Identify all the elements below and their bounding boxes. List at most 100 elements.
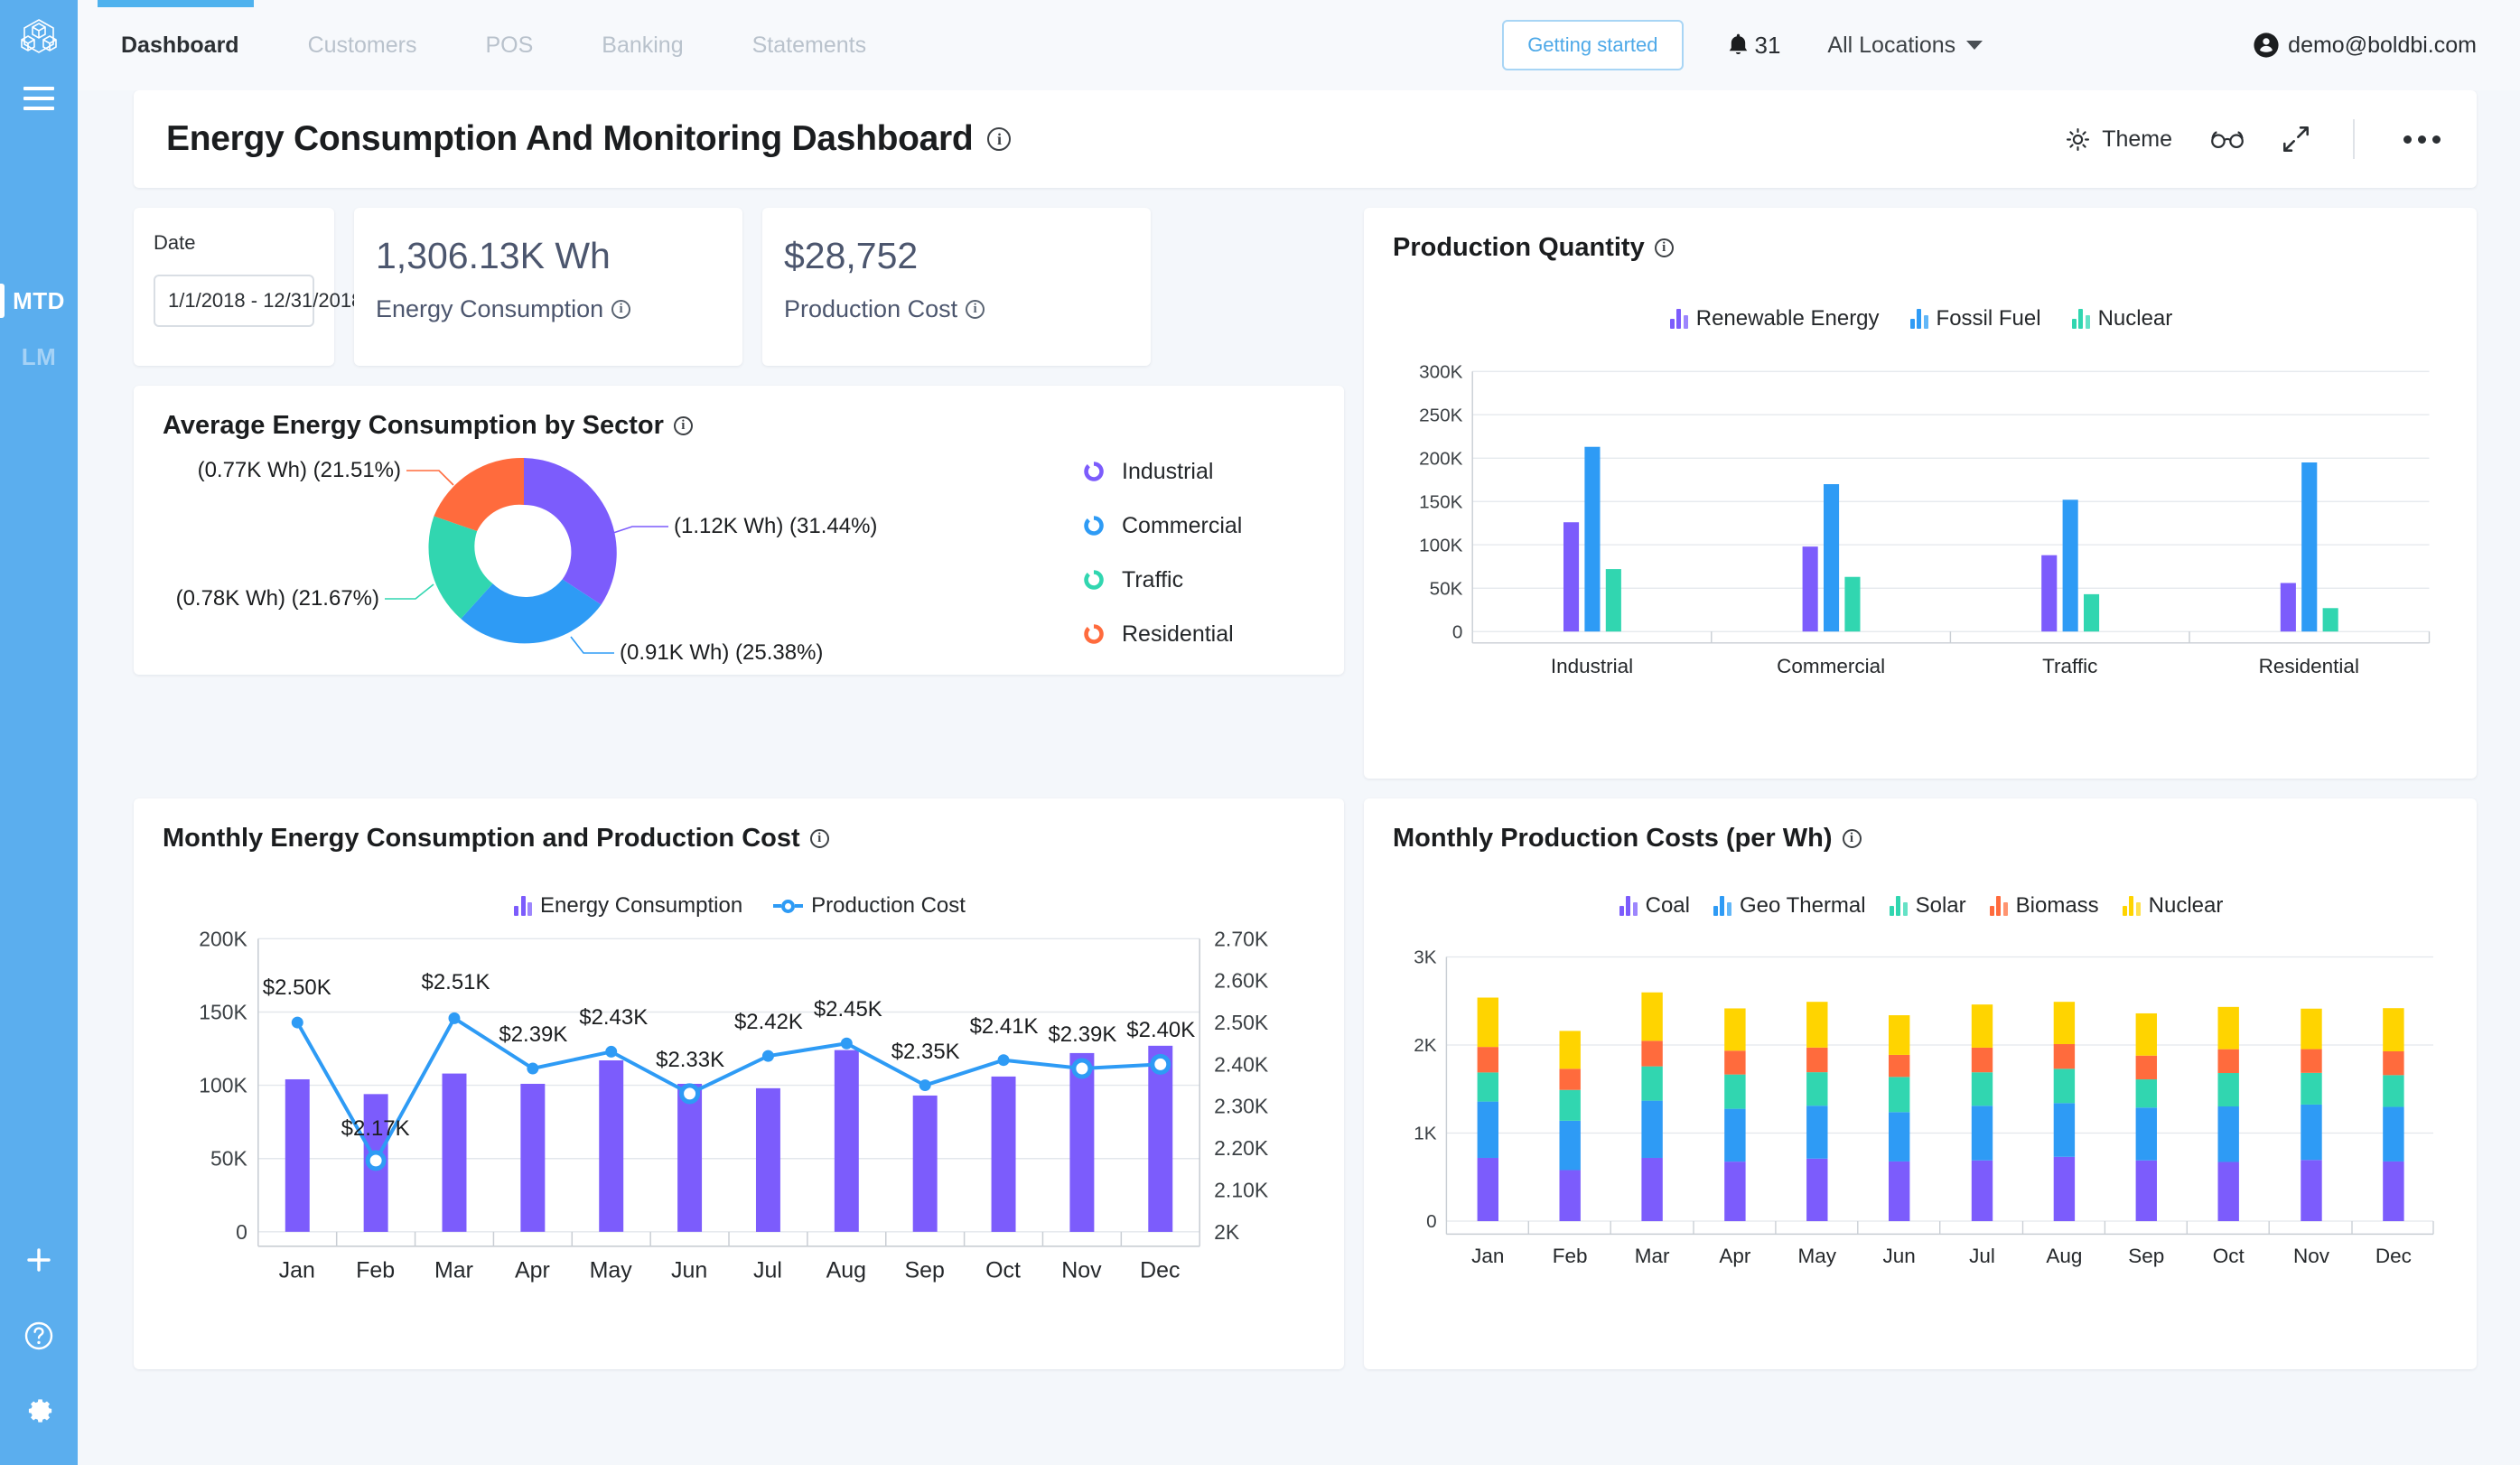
- seg-nuclear-jun[interactable]: [1889, 1015, 1909, 1055]
- bar-jan[interactable]: [285, 1079, 310, 1232]
- nav-tab-statements[interactable]: Statements: [718, 0, 901, 90]
- point-mar[interactable]: [449, 1012, 461, 1024]
- bar-fossil-traffic[interactable]: [2063, 499, 2078, 631]
- bar-fossil-commercial[interactable]: [1824, 484, 1839, 631]
- bar-oct[interactable]: [992, 1077, 1016, 1232]
- donut-slice-residential[interactable]: [434, 458, 524, 531]
- seg-coal-aug[interactable]: [2054, 1157, 2075, 1221]
- bar-jul[interactable]: [756, 1088, 780, 1232]
- point-sep[interactable]: [919, 1079, 931, 1091]
- seg-biomass-nov[interactable]: [2301, 1050, 2321, 1073]
- legend-item-renewable-energy[interactable]: Renewable Energy: [1670, 306, 1880, 331]
- point-jun[interactable]: [682, 1086, 698, 1102]
- seg-coal-apr[interactable]: [1724, 1162, 1745, 1221]
- point-may[interactable]: [605, 1046, 617, 1058]
- bar-nuclear-commercial[interactable]: [1844, 577, 1860, 631]
- legend-item-solar[interactable]: Solar: [1890, 893, 1966, 919]
- seg-solar-sep[interactable]: [2136, 1079, 2157, 1107]
- point-jul[interactable]: [762, 1050, 774, 1062]
- seg-biomass-jun[interactable]: [1889, 1055, 1909, 1077]
- gear-icon[interactable]: [20, 1393, 58, 1431]
- info-icon[interactable]: i: [1655, 238, 1674, 257]
- seg-solar-dec[interactable]: [2383, 1075, 2403, 1106]
- seg-biomass-apr[interactable]: [1724, 1050, 1745, 1074]
- bar-may[interactable]: [599, 1060, 623, 1232]
- point-nov[interactable]: [1074, 1060, 1090, 1077]
- point-aug[interactable]: [841, 1038, 853, 1050]
- info-icon[interactable]: i: [611, 300, 630, 319]
- seg-solar-jul[interactable]: [1972, 1072, 1993, 1106]
- legend-item-fossil-fuel[interactable]: Fossil Fuel: [1910, 306, 2041, 331]
- point-feb[interactable]: [368, 1152, 384, 1169]
- legend-item-coal[interactable]: Coal: [1619, 893, 1690, 919]
- seg-nuclear-mar[interactable]: [1641, 993, 1662, 1041]
- bar-fossil-residential[interactable]: [2301, 462, 2317, 631]
- seg-biomass-dec[interactable]: [2383, 1051, 2403, 1075]
- seg-geo-jan[interactable]: [1478, 1102, 1498, 1158]
- cubes-logo-icon[interactable]: [14, 16, 64, 67]
- bar-mar[interactable]: [443, 1074, 467, 1232]
- monthly-energy-svg[interactable]: 200K 150K 100K 50K 0 2.70K 2.60K 2.50K 2…: [163, 920, 1317, 1327]
- bar-jun[interactable]: [677, 1084, 702, 1232]
- seg-coal-feb[interactable]: [1560, 1170, 1581, 1221]
- seg-geo-aug[interactable]: [2054, 1103, 2075, 1156]
- hamburger-menu-icon[interactable]: [23, 87, 54, 110]
- seg-geo-feb[interactable]: [1560, 1121, 1581, 1171]
- bar-renewable-commercial[interactable]: [1803, 546, 1818, 631]
- seg-geo-apr[interactable]: [1724, 1109, 1745, 1162]
- seg-geo-oct[interactable]: [2218, 1106, 2239, 1162]
- legend-item-commercial[interactable]: Commercial: [1082, 513, 1319, 539]
- seg-coal-oct[interactable]: [2218, 1162, 2239, 1221]
- seg-nuclear-may[interactable]: [1806, 1002, 1827, 1048]
- info-icon[interactable]: i: [810, 829, 829, 848]
- bar-nuclear-residential[interactable]: [2323, 608, 2338, 631]
- bar-renewable-residential[interactable]: [2281, 583, 2296, 631]
- seg-geo-sep[interactable]: [2136, 1107, 2157, 1161]
- bar-renewable-traffic[interactable]: [2041, 555, 2057, 632]
- seg-solar-oct[interactable]: [2218, 1073, 2239, 1106]
- seg-nuclear-feb[interactable]: [1560, 1031, 1581, 1068]
- seg-biomass-jul[interactable]: [1972, 1048, 1993, 1072]
- monthly-production-costs-svg[interactable]: 3K 2K 1K 0: [1393, 920, 2450, 1327]
- seg-nuclear-nov[interactable]: [2301, 1009, 2321, 1050]
- donut-slice-industrial[interactable]: [524, 458, 617, 605]
- bar-apr[interactable]: [520, 1084, 545, 1232]
- view-mode-button[interactable]: [2210, 128, 2245, 150]
- seg-nuclear-jan[interactable]: [1478, 998, 1498, 1048]
- seg-coal-jun[interactable]: [1889, 1162, 1909, 1221]
- legend-item-industrial[interactable]: Industrial: [1082, 459, 1319, 485]
- point-jan[interactable]: [292, 1017, 303, 1029]
- fullscreen-button[interactable]: [2282, 126, 2310, 153]
- seg-solar-feb[interactable]: [1560, 1090, 1581, 1121]
- getting-started-button[interactable]: Getting started: [1502, 20, 1683, 70]
- seg-nuclear-jul[interactable]: [1972, 1004, 1993, 1048]
- seg-nuclear-sep[interactable]: [2136, 1013, 2157, 1056]
- seg-coal-may[interactable]: [1806, 1159, 1827, 1221]
- seg-solar-aug[interactable]: [2054, 1068, 2075, 1103]
- seg-geo-may[interactable]: [1806, 1106, 1827, 1159]
- legend-item-nuclear[interactable]: Nuclear: [2072, 306, 2173, 331]
- bar-nov[interactable]: [1069, 1053, 1094, 1232]
- theme-button[interactable]: Theme: [2066, 126, 2172, 153]
- seg-solar-jun[interactable]: [1889, 1077, 1909, 1112]
- seg-nuclear-apr[interactable]: [1724, 1008, 1745, 1050]
- seg-geo-mar[interactable]: [1641, 1101, 1662, 1158]
- donut-svg[interactable]: (1.12K Wh) (31.44%) (0.91K Wh) (25.38%) …: [163, 440, 1075, 666]
- seg-coal-sep[interactable]: [2136, 1161, 2157, 1221]
- info-icon[interactable]: i: [674, 416, 693, 435]
- seg-biomass-may[interactable]: [1806, 1048, 1827, 1072]
- user-account[interactable]: demo@boldbi.com: [2254, 33, 2477, 59]
- seg-nuclear-oct[interactable]: [2218, 1007, 2239, 1050]
- sidebar-period-lm[interactable]: LM: [0, 329, 78, 385]
- seg-geo-jul[interactable]: [1972, 1106, 1993, 1160]
- seg-coal-mar[interactable]: [1641, 1158, 1662, 1221]
- point-oct[interactable]: [998, 1054, 1010, 1066]
- seg-biomass-feb[interactable]: [1560, 1068, 1581, 1089]
- legend-item-biomass[interactable]: Biomass: [1990, 893, 2099, 919]
- locations-dropdown[interactable]: All Locations: [1827, 33, 1983, 59]
- seg-biomass-sep[interactable]: [2136, 1056, 2157, 1079]
- info-icon[interactable]: i: [966, 300, 985, 319]
- seg-biomass-mar[interactable]: [1641, 1040, 1662, 1066]
- seg-solar-apr[interactable]: [1724, 1075, 1745, 1109]
- seg-solar-nov[interactable]: [2301, 1073, 2321, 1105]
